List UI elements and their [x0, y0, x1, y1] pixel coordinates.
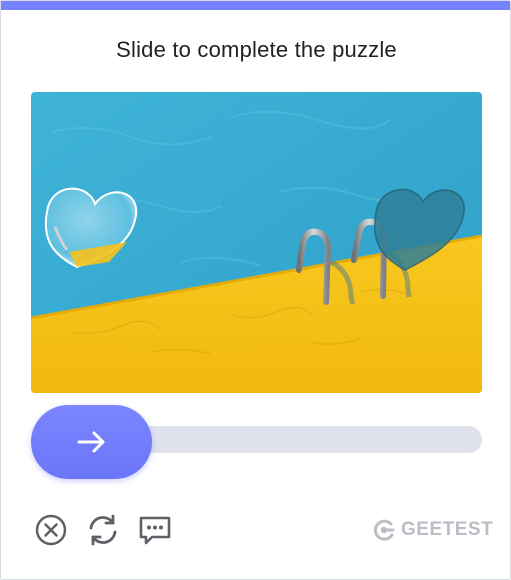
accent-bar	[1, 1, 510, 10]
puzzle-image	[31, 92, 482, 393]
geetest-logo-icon	[373, 519, 395, 541]
refresh-icon	[89, 514, 117, 546]
feedback-button[interactable]	[137, 512, 173, 548]
slider-handle[interactable]	[31, 405, 152, 479]
captcha-widget: Slide to complete the puzzle GEETEST	[0, 0, 511, 580]
close-button[interactable]	[33, 512, 69, 548]
close-circle-icon	[35, 514, 67, 546]
chat-dots-icon	[139, 516, 171, 545]
captcha-title: Slide to complete the puzzle	[116, 37, 397, 62]
pool-scene	[31, 92, 482, 393]
arrow-right-icon	[77, 431, 104, 453]
geetest-brand[interactable]: GEETEST	[371, 516, 493, 544]
refresh-button[interactable]	[85, 512, 121, 548]
brand-label: GEETEST	[401, 519, 494, 540]
